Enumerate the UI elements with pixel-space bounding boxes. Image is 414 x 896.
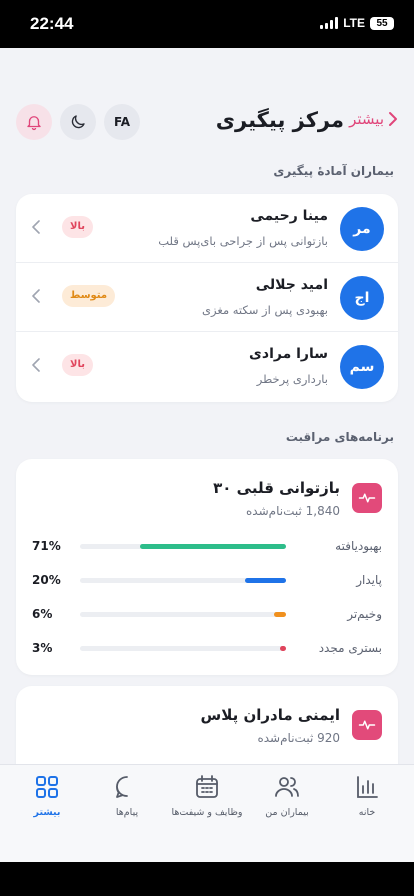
tab-more[interactable]: بیشتر xyxy=(6,773,88,833)
patient-name: امید جلالی xyxy=(255,277,328,293)
users-icon xyxy=(275,777,299,797)
program-enrolled: 920 ثبت‌نام‌شده xyxy=(257,731,340,745)
avatar: اج xyxy=(340,276,384,320)
bell-icon xyxy=(27,116,41,131)
stat-row: پایدار 20% xyxy=(16,571,398,591)
language-label: FA xyxy=(113,115,131,129)
stat-track xyxy=(80,578,286,583)
tab-label: خانه xyxy=(358,807,376,818)
stat-fill xyxy=(244,578,286,583)
status-bar: 22:44 LTE 55 xyxy=(0,0,414,48)
chat-icon xyxy=(116,776,128,798)
status-indicators: LTE 55 xyxy=(320,16,394,30)
patient-row[interactable]: سم سارا مرادی بارداری پرخطر بالا xyxy=(16,332,398,401)
program-title: بازتوانی قلبی ۳۰ xyxy=(213,479,340,497)
back-label: بیشتر xyxy=(349,110,384,128)
program-title: ایمنی مادران پلاس xyxy=(200,706,341,724)
bar-chart-icon xyxy=(357,776,378,798)
tab-messages[interactable]: پیام‌ها xyxy=(86,773,168,833)
stat-fill xyxy=(273,612,286,617)
patient-name: سارا مرادی xyxy=(249,346,328,362)
theme-toggle-button[interactable] xyxy=(60,104,96,140)
stat-label: بهبودیافته xyxy=(335,539,382,553)
tab-home[interactable]: خانه xyxy=(326,773,408,833)
header: بیشتر مرکز پیگیری FA xyxy=(0,102,414,142)
stat-label: پایدار xyxy=(356,573,382,587)
stat-row: بهبودیافته 71% xyxy=(16,537,398,557)
stat-label: بستری مجدد xyxy=(318,641,382,655)
program-enrolled: 1,840 ثبت‌نام‌شده xyxy=(246,504,340,518)
tab-tasks-shifts[interactable]: وظایف و شیفت‌ها xyxy=(166,773,248,833)
notifications-button[interactable] xyxy=(16,104,52,140)
patient-row[interactable]: اج امید جلالی بهبودی پس از سکته مغزی متو… xyxy=(16,263,398,332)
patients-section-title: بیماران آمادهٔ پیگیری xyxy=(273,164,394,178)
tab-label: وظایف و شیفت‌ها xyxy=(171,807,243,818)
stat-label: وخیم‌تر xyxy=(347,607,382,621)
patient-description: بارداری پرخطر xyxy=(256,372,328,386)
chevron-left-icon xyxy=(32,358,40,372)
tab-label: پیام‌ها xyxy=(115,807,139,818)
programs-section-title: برنامه‌های مراقبت xyxy=(285,430,394,444)
patient-description: بهبودی پس از سکته مغزی xyxy=(202,303,328,317)
stat-fill xyxy=(139,544,286,549)
tab-bar: خانه بیماران من وظایف و شیفت‌ها پیام‌ها … xyxy=(0,764,414,862)
stat-percent: 71% xyxy=(32,539,61,553)
patient-name: مینا رحیمی xyxy=(250,208,328,224)
chevron-left-icon xyxy=(32,220,40,234)
risk-badge: متوسط xyxy=(62,285,116,307)
avatar: مر xyxy=(340,207,384,251)
risk-badge: بالا xyxy=(62,354,93,376)
stat-percent: 3% xyxy=(32,641,53,655)
stat-percent: 6% xyxy=(32,607,53,621)
chevron-right-icon xyxy=(389,112,397,126)
stat-track xyxy=(80,612,286,617)
page-title: مرکز پیگیری xyxy=(215,108,344,132)
stat-track xyxy=(80,544,286,549)
moon-icon xyxy=(71,115,85,129)
network-label: LTE xyxy=(343,16,365,30)
back-button[interactable]: بیشتر xyxy=(349,110,398,128)
tab-label: بیشتر xyxy=(33,807,61,818)
pulse-icon xyxy=(352,710,382,740)
stat-track xyxy=(80,646,286,651)
grid-icon xyxy=(36,776,58,798)
patient-description: بازتوانی پس از جراحی بای‌پس قلب xyxy=(158,234,328,248)
stat-row: وخیم‌تر 6% xyxy=(16,605,398,625)
tab-my-patients[interactable]: بیماران من xyxy=(246,773,328,833)
stat-percent: 20% xyxy=(32,573,61,587)
calendar-icon xyxy=(196,775,218,798)
program-card[interactable]: بازتوانی قلبی ۳۰ 1,840 ثبت‌نام‌شده بهبود… xyxy=(16,459,398,675)
patients-card: مر مینا رحیمی بازتوانی پس از جراحی بای‌پ… xyxy=(16,194,398,402)
chevron-left-icon xyxy=(32,289,40,303)
stat-row: بستری مجدد 3% xyxy=(16,639,398,659)
pulse-icon xyxy=(352,483,382,513)
tab-label: بیماران من xyxy=(265,807,309,818)
avatar: سم xyxy=(340,345,384,389)
patient-row[interactable]: مر مینا رحیمی بازتوانی پس از جراحی بای‌پ… xyxy=(16,194,398,263)
battery-icon: 55 xyxy=(370,16,394,30)
stat-fill xyxy=(280,646,286,651)
risk-badge: بالا xyxy=(62,216,93,238)
home-indicator-area xyxy=(0,862,414,896)
language-button[interactable]: FA xyxy=(104,104,140,140)
status-time: 22:44 xyxy=(30,14,74,33)
signal-icon xyxy=(320,17,339,29)
